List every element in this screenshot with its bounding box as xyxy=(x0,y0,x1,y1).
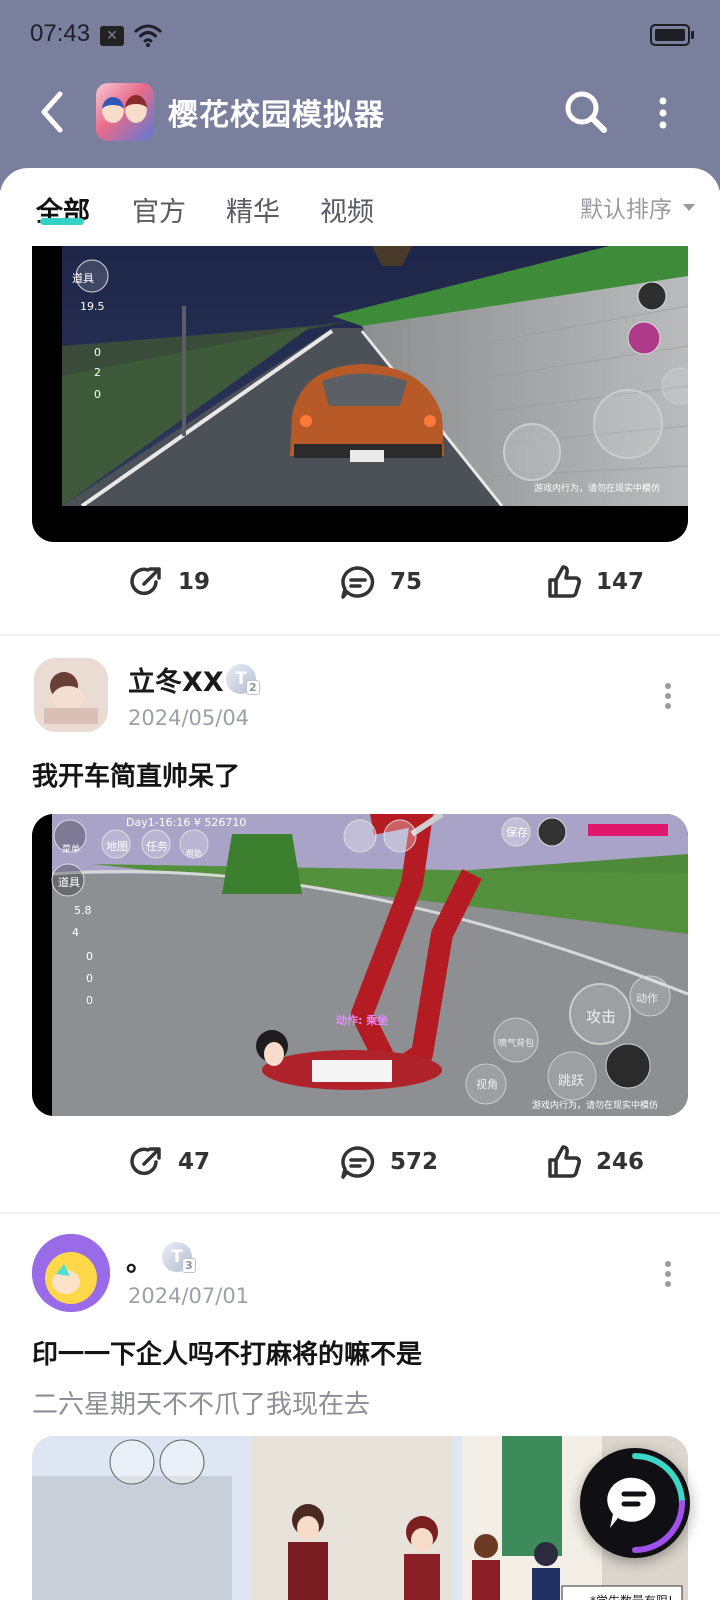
hud-counter-2: 0 xyxy=(86,972,93,985)
post-date: 2024/07/01 xyxy=(128,1284,250,1308)
hud-counter-1: 0 xyxy=(94,346,101,359)
like-count: 147 xyxy=(596,569,645,595)
username[interactable]: 立冬XX xyxy=(128,660,224,699)
notification-icon: ✕ xyxy=(100,26,124,46)
more-vertical-icon[interactable] xyxy=(662,1260,674,1288)
comment-button[interactable]: 572 xyxy=(338,1138,438,1186)
hud-stat-label-2: 4 xyxy=(72,926,79,939)
hud-attack-button: 攻击 xyxy=(586,1008,617,1026)
comment-icon xyxy=(341,1146,375,1179)
active-tab-indicator xyxy=(40,218,84,225)
tab-official[interactable]: 官方 xyxy=(132,190,186,229)
post-divider xyxy=(0,1212,720,1214)
app-root: 07:43 ✕ 樱花校园模拟器 全部 官方 精华 视频 默认排序 道具 19.5… xyxy=(0,0,720,1600)
more-vertical-icon[interactable] xyxy=(662,682,674,710)
post-title[interactable]: 我开车简直帅呆了 xyxy=(32,756,240,793)
hud-jet-button: 喷气背包 xyxy=(498,1039,535,1049)
hud-tools-label: 道具 xyxy=(72,272,94,285)
hud-tools-label: 道具 xyxy=(58,876,80,889)
post-media-image[interactable]: Day1-16:16 ¥ 526710 菜单 地图 任务 帮助 道具 5.8 4… xyxy=(32,814,688,1116)
game-app-icon[interactable] xyxy=(96,83,154,141)
status-time: 07:43 xyxy=(30,20,91,47)
hud-action-label: 动作: 乘坐 xyxy=(336,1014,389,1027)
post-date: 2024/05/04 xyxy=(128,706,250,730)
level-badge-number: 2 xyxy=(246,680,260,695)
like-button[interactable]: 147 xyxy=(544,558,644,606)
back-arrow-icon[interactable] xyxy=(34,84,74,140)
share-icon xyxy=(130,1147,161,1176)
hud-counter-1: 0 xyxy=(86,950,93,963)
post-body[interactable]: 二六星期天不不爪了我现在去 xyxy=(32,1384,370,1421)
comment-count: 572 xyxy=(390,1149,439,1175)
post-feed[interactable]: 道具 19.5 0 2 0 游戏内行为，请勿在现实中模仿 19 75 147 立… xyxy=(0,246,720,1600)
hud-task-button: 任务 xyxy=(146,840,168,853)
wifi-icon xyxy=(134,24,162,47)
tab-featured[interactable]: 精华 xyxy=(226,190,280,229)
hud-stat-label: 19.5 xyxy=(80,300,105,313)
username[interactable]: 。 xyxy=(126,1240,153,1279)
hud-action-button: 动作 xyxy=(636,992,658,1005)
like-button[interactable]: 246 xyxy=(544,1138,644,1186)
hud-counter-2: 2 xyxy=(94,366,101,379)
share-count: 19 xyxy=(178,569,211,595)
more-vertical-icon[interactable] xyxy=(655,96,671,130)
post-title[interactable]: 印一一下企人吗不打麻将的嘛不是 xyxy=(32,1334,422,1371)
hud-topline: Day1-16:16 ¥ 526710 xyxy=(126,816,247,829)
hud-save-button: 保存 xyxy=(506,826,528,839)
hud-counter-3: 0 xyxy=(86,994,93,1007)
hud-view-button: 视角 xyxy=(476,1078,498,1091)
share-icon xyxy=(130,567,161,596)
app-header: 07:43 ✕ 樱花校园模拟器 xyxy=(0,0,720,190)
hud-jump-button: 跳跃 xyxy=(558,1074,585,1089)
hud-warning-text: 游戏内行为，请勿在现实中模仿 xyxy=(534,484,661,494)
hud-map-button: 地图 xyxy=(106,840,128,853)
level-badge-number: 3 xyxy=(182,1258,196,1273)
like-icon xyxy=(548,1145,581,1178)
hud-notice-text: *学生数量有限! xyxy=(590,1592,673,1600)
like-icon xyxy=(548,565,581,598)
page-title: 樱花校园模拟器 xyxy=(168,98,385,133)
hud-stat-label: 5.8 xyxy=(74,904,92,917)
comment-button[interactable]: 75 xyxy=(338,558,422,606)
post-media-video[interactable]: 道具 19.5 0 2 0 游戏内行为，请勿在现实中模仿 xyxy=(32,246,688,542)
game-screenshot-road xyxy=(32,814,688,1116)
avatar[interactable] xyxy=(34,658,108,732)
share-button[interactable]: 47 xyxy=(126,1138,210,1186)
chat-fab-button[interactable] xyxy=(580,1448,690,1558)
sort-dropdown[interactable]: 默认排序 xyxy=(580,190,672,224)
hud-help-button: 帮助 xyxy=(186,849,202,858)
hud-counter-3: 0 xyxy=(94,388,101,401)
chat-fab-icon xyxy=(607,1453,685,1553)
comment-icon xyxy=(341,566,375,599)
like-count: 246 xyxy=(596,1149,645,1175)
hud-warning-text: 游戏内行为，请勿在现实中模仿 xyxy=(532,1101,659,1111)
game-screenshot-night-road xyxy=(32,246,688,542)
comment-count: 75 xyxy=(390,569,423,595)
post-divider xyxy=(0,634,720,636)
share-button[interactable]: 19 xyxy=(126,558,210,606)
avatar[interactable] xyxy=(32,1234,110,1312)
battery-icon xyxy=(650,24,690,46)
hud-menu-button: 菜单 xyxy=(62,845,81,855)
caret-down-icon xyxy=(683,204,695,211)
share-count: 47 xyxy=(178,1149,211,1175)
status-bar: 07:43 ✕ xyxy=(0,0,720,70)
search-icon[interactable] xyxy=(562,88,610,136)
tab-video[interactable]: 视频 xyxy=(320,190,374,229)
